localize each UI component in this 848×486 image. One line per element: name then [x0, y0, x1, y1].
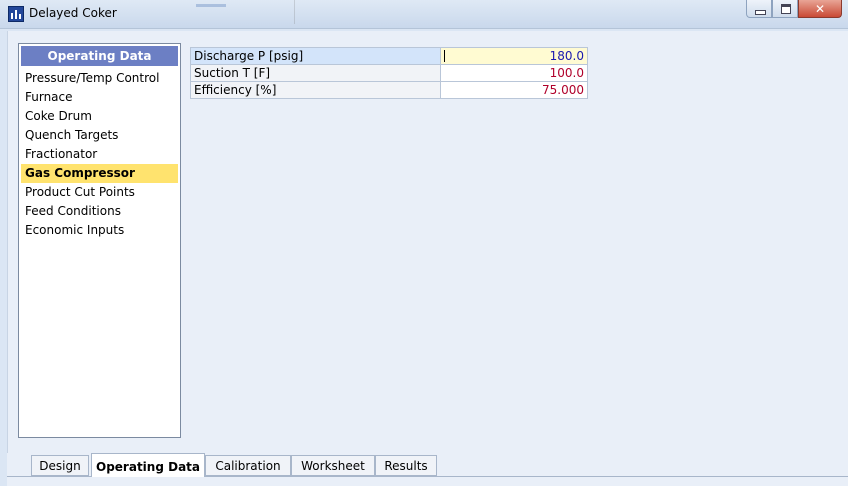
nav-item-coke-drum[interactable]: Coke Drum [21, 107, 178, 126]
maximize-button[interactable] [772, 0, 798, 18]
bar-chart-app-icon [8, 6, 24, 22]
property-label: Discharge P [psig] [190, 47, 441, 65]
discharge-pressure-value: 180.0 [549, 49, 584, 63]
tab-calibration[interactable]: Calibration [205, 455, 291, 476]
close-button[interactable]: ✕ [798, 0, 842, 18]
tab-bar: Design Operating Data Calibration Worksh… [7, 453, 848, 486]
property-value-input[interactable]: 100.0 [440, 64, 588, 82]
minimize-icon [755, 10, 766, 15]
nav-item-gas-compressor[interactable]: Gas Compressor [21, 164, 178, 183]
nav-item-product-cut-points[interactable]: Product Cut Points [21, 183, 178, 202]
property-value-input[interactable]: 75.000 [440, 81, 588, 99]
text-caret [444, 50, 445, 62]
nav-item-pressure-temp-control[interactable]: Pressure/Temp Control [21, 69, 178, 88]
tab-results[interactable]: Results [375, 455, 437, 476]
nav-panel: Operating Data Pressure/Temp Control Fur… [18, 43, 181, 438]
maximize-icon [781, 4, 791, 14]
property-label: Efficiency [%] [190, 81, 441, 99]
tab-worksheet[interactable]: Worksheet [291, 455, 375, 476]
window-controls: ✕ [746, 0, 842, 20]
minimize-button[interactable] [746, 0, 772, 18]
nav-item-feed-conditions[interactable]: Feed Conditions [21, 202, 178, 221]
background-window-ghost [188, 0, 298, 24]
suction-temperature-value: 100.0 [549, 66, 584, 80]
property-label: Suction T [F] [190, 64, 441, 82]
table-row: Suction T [F] 100.0 [190, 64, 588, 82]
property-value-input[interactable]: 180.0 [440, 47, 588, 65]
table-row: Efficiency [%] 75.000 [190, 81, 588, 99]
title-bar: Delayed Coker ✕ [0, 0, 848, 29]
window-title: Delayed Coker [29, 6, 117, 20]
tab-design[interactable]: Design [31, 455, 89, 476]
tab-operating-data[interactable]: Operating Data [91, 453, 205, 477]
nav-item-furnace[interactable]: Furnace [21, 88, 178, 107]
close-icon: ✕ [814, 2, 826, 16]
property-table: Discharge P [psig] 180.0 Suction T [F] 1… [190, 47, 588, 99]
nav-header: Operating Data [21, 46, 178, 66]
efficiency-value: 75.000 [542, 83, 584, 97]
table-row: Discharge P [psig] 180.0 [190, 47, 588, 65]
nav-item-fractionator[interactable]: Fractionator [21, 145, 178, 164]
nav-item-quench-targets[interactable]: Quench Targets [21, 126, 178, 145]
main-content: Operating Data Pressure/Temp Control Fur… [7, 31, 848, 486]
nav-item-economic-inputs[interactable]: Economic Inputs [21, 221, 178, 240]
